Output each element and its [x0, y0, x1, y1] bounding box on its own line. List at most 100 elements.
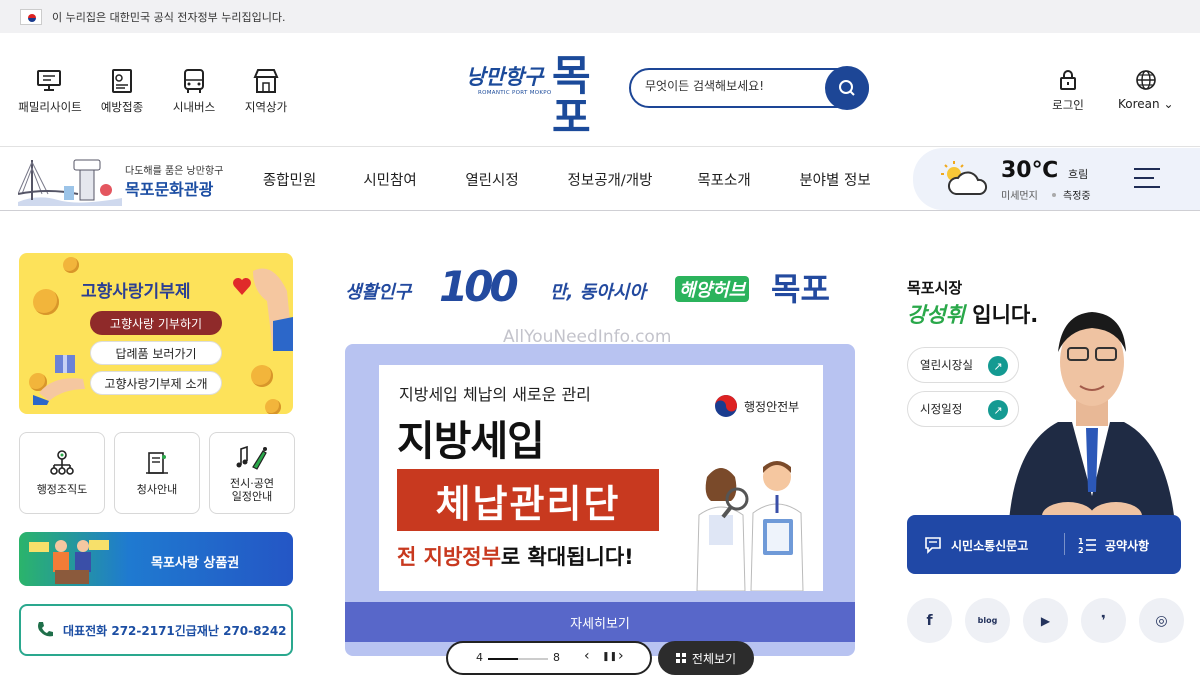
search-input[interactable]	[645, 79, 815, 93]
banner-line3: 체납관리단	[397, 469, 659, 531]
lock-icon	[1060, 70, 1076, 90]
main-menu: 종합민원 시민참여 열린시정 정보공개/개방 목포소개 분야별 정보	[232, 148, 891, 210]
language-label: Korean ⌄	[1118, 97, 1174, 111]
logo-subtitle: ROMANTIC PORT MOKPO	[478, 90, 552, 96]
main-nav-row: 다도해를 품은 낭만항구 목포문화관광 종합민원 시민참여 열린시정 정보공개/…	[0, 148, 1200, 211]
city-slogan: 생활인구 100 만, 동아시아 해양허브 목포	[345, 262, 855, 320]
org-chart-icon	[50, 450, 74, 476]
quick-link-bus[interactable]: 시내버스	[158, 67, 230, 115]
shop-icon	[253, 69, 279, 93]
partly-cloudy-icon	[941, 161, 988, 195]
citizen-report-button[interactable]: 시민소통신문고	[923, 535, 1028, 555]
tourism-link[interactable]: 다도해를 품은 낭만항구 목포문화관광	[17, 154, 240, 206]
officials-illustration	[696, 461, 804, 591]
hand-illustration	[253, 268, 293, 351]
language-selector[interactable]: Korean ⌄	[1118, 69, 1174, 111]
slogan-city: 목포	[771, 270, 830, 308]
coin-decoration	[251, 365, 273, 387]
nav-item-citizen-participation[interactable]: 시민참여	[347, 169, 433, 190]
tower-bridge-illustration-icon	[17, 159, 122, 206]
quick-link-vaccination[interactable]: 예방접종	[86, 67, 158, 115]
instagram-icon[interactable]: ◎	[1139, 598, 1184, 643]
search-box	[629, 66, 869, 110]
gift-hand-icon	[33, 355, 85, 405]
phone-icon	[38, 622, 53, 637]
blog-icon[interactable]: blog	[965, 598, 1010, 643]
mayor-portrait	[1008, 312, 1176, 536]
login-button[interactable]: 로그인	[1048, 69, 1088, 113]
quick-link-label: 패밀리사이트	[18, 100, 82, 114]
tile-exhibition-schedule[interactable]: 전시·공연 일정안내	[209, 432, 295, 514]
slide-controls: 4 8 ‹ ❚❚ ›	[446, 641, 652, 675]
nav-item-about-mokpo[interactable]: 목포소개	[669, 169, 779, 190]
pledges-button[interactable]: 12 공약사항	[1077, 535, 1149, 555]
site-header: 패밀리사이트 예방접종 시내버스 지역상가 낭만항구 ROMANTIC PORT…	[0, 33, 1200, 147]
hometown-donation-banner: 고향사랑기부제 고향사랑 기부하기 답례품 보러가기 고향사랑기부제 소개	[19, 253, 293, 414]
prev-slide-icon[interactable]: ‹	[584, 648, 590, 664]
voucher-label: 목포사랑 상품권	[151, 556, 240, 571]
grid-icon	[675, 653, 686, 663]
tile-label: 전시·공연 일정안내	[230, 476, 274, 503]
banner-line4: 전 지방정부로 확대됩니다!	[397, 545, 634, 569]
weather-condition: 흐림	[1068, 168, 1089, 181]
nav-item-open-administration[interactable]: 열린시정	[433, 169, 551, 190]
document-icon	[112, 69, 132, 93]
citizen-communication-bar: 시민소통신문고 12 공약사항	[907, 515, 1181, 574]
donation-title: 고향사랑기부제	[81, 282, 191, 302]
login-label: 로그인	[1052, 98, 1084, 112]
slogan-part1: 생활인구	[345, 282, 412, 303]
nav-item-field-info[interactable]: 분야별 정보	[779, 169, 891, 190]
separator-dot	[1052, 193, 1056, 197]
search-button[interactable]	[825, 66, 869, 110]
view-all-button[interactable]: 전체보기	[658, 641, 754, 675]
chat-bubble-icon	[925, 537, 941, 554]
donate-now-button[interactable]: 고향사랑 기부하기	[90, 311, 222, 335]
monitor-icon	[37, 70, 61, 91]
weather-widget: 30℃ 흐림 미세먼지 측정중	[913, 148, 1200, 210]
quick-link-label: 예방접종	[100, 100, 144, 114]
mokpo-love-voucher-button[interactable]: 목포사랑 상품권	[19, 532, 293, 586]
next-slide-icon[interactable]: ›	[618, 648, 624, 664]
current-slide: 4	[476, 651, 483, 664]
globe-icon	[1135, 70, 1156, 90]
ministry-name: 행정안전부	[744, 399, 800, 414]
korean-flag-icon	[20, 8, 42, 25]
slogan-part2: 만, 동아시아	[550, 282, 646, 303]
tile-label: 청사안내	[136, 483, 178, 497]
contact-text: 대표전화 272-2171긴급재난 270-8242	[63, 623, 287, 638]
nav-item-information-disclosure[interactable]: 정보공개/개방	[551, 169, 669, 190]
tile-building-guide[interactable]: 청사안내	[114, 432, 200, 514]
pause-icon[interactable]: ❚❚	[602, 652, 617, 662]
tile-org-chart[interactable]: 행정조직도	[19, 432, 105, 514]
kakao-story-icon[interactable]: ❜	[1081, 598, 1126, 643]
coin-decoration	[63, 257, 79, 273]
facebook-icon[interactable]: f	[907, 598, 952, 643]
quick-link-shops[interactable]: 지역상가	[230, 67, 302, 115]
svg-text:1: 1	[1078, 537, 1084, 546]
mokpo-logo[interactable]: 낭만항구 ROMANTIC PORT MOKPO 목포	[466, 55, 616, 139]
mayor-title: 목포시장	[907, 279, 963, 297]
coin-decoration	[33, 289, 59, 315]
gov-banner: 이 누리집은 대한민국 공식 전자정부 누리집입니다.	[0, 0, 1200, 33]
youtube-icon[interactable]: ▶	[1023, 598, 1068, 643]
view-details-button[interactable]: 자세히보기	[345, 602, 855, 642]
quick-link-family-site[interactable]: 패밀리사이트	[14, 67, 86, 115]
donation-intro-button[interactable]: 고향사랑기부제 소개	[90, 371, 222, 395]
slide-progress	[488, 658, 548, 660]
svg-text:2: 2	[1078, 546, 1084, 555]
contact-numbers[interactable]: 대표전화 272-2171긴급재난 270-8242	[19, 604, 293, 656]
total-slides: 8	[553, 651, 560, 664]
people-illustration	[29, 540, 109, 584]
service-tiles: 행정조직도 청사안내 전시·공연 일정안내	[19, 432, 295, 514]
hamburger-menu-icon[interactable]	[1134, 168, 1160, 190]
view-gifts-button[interactable]: 답례품 보러가기	[90, 341, 222, 365]
gov-banner-text: 이 누리집은 대한민국 공식 전자정부 누리집입니다.	[52, 10, 286, 24]
logo-tagline: 낭만항구	[466, 64, 544, 89]
taegeuk-icon	[715, 395, 737, 417]
music-icon	[236, 445, 267, 470]
fine-dust-value: 측정중	[1063, 191, 1091, 202]
social-links: f blog ▶ ❜ ◎	[907, 598, 1184, 643]
search-icon	[839, 80, 855, 96]
nav-item-civil-service[interactable]: 종합민원	[232, 169, 347, 190]
slogan-highlight: 해양허브	[675, 276, 750, 302]
